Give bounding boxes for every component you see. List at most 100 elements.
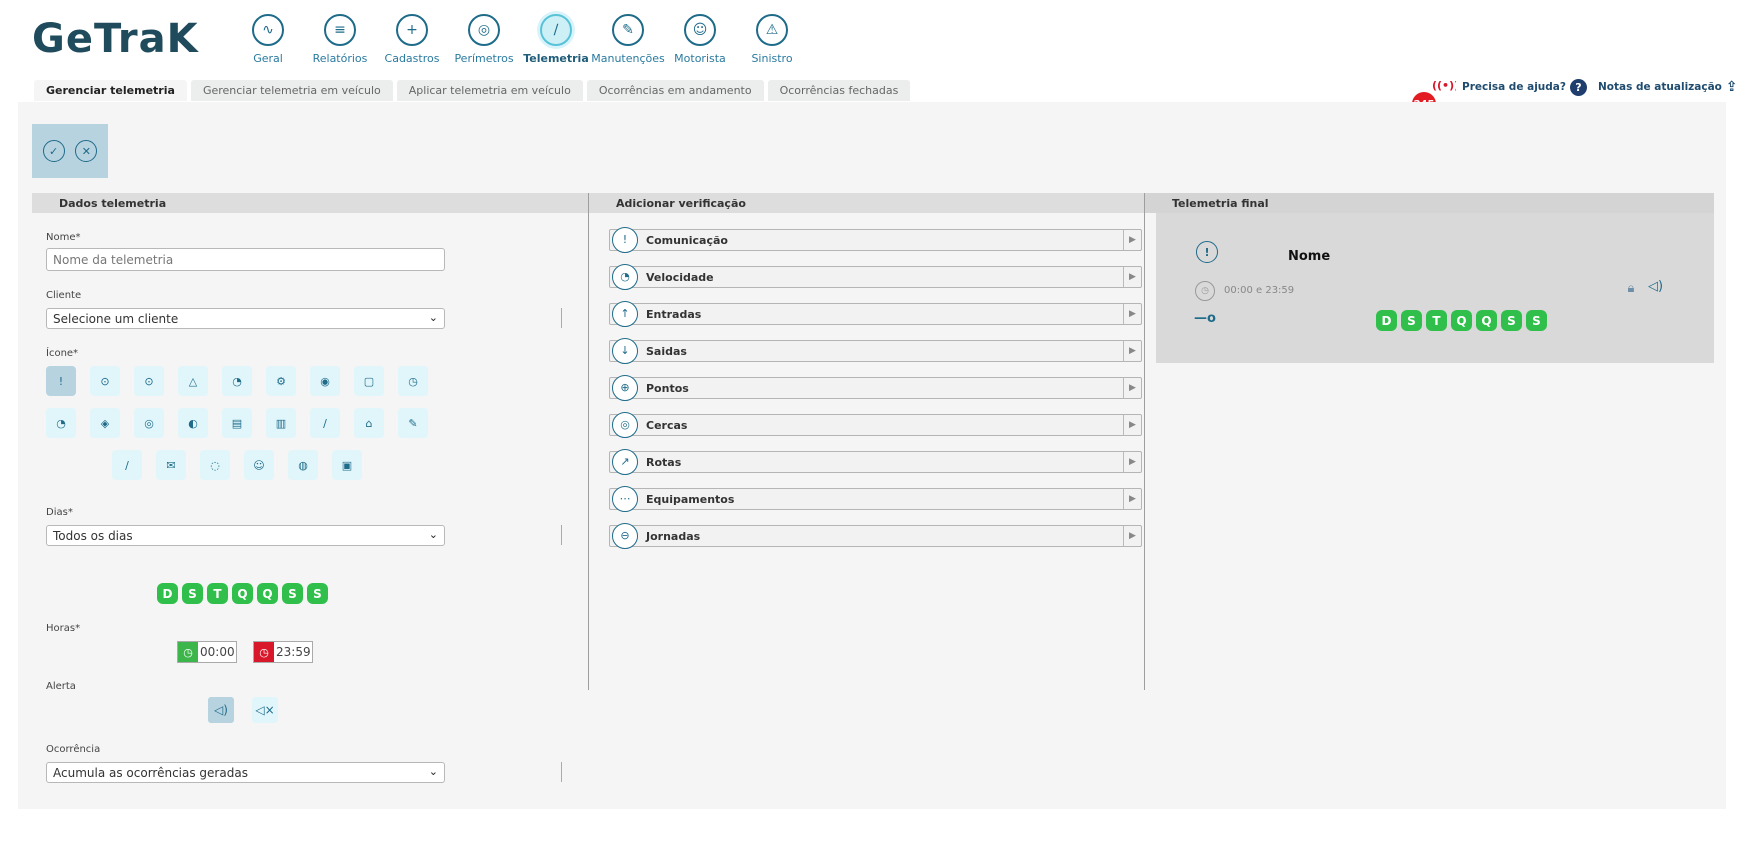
warning-icon[interactable]: △ — [178, 366, 208, 396]
preview-day-1: D — [1376, 310, 1397, 331]
nav-item-label: Cadastros — [384, 52, 440, 65]
person-icon[interactable]: ☺ — [244, 450, 274, 480]
chevron-down-icon: ⌄ — [428, 528, 438, 541]
nav-item-sinistro[interactable]: ⚠ Sinistro — [736, 14, 808, 65]
trash-icon[interactable]: ▥ — [266, 408, 296, 438]
form-day-4[interactable]: Q — [232, 583, 253, 604]
nav-item-cadastros[interactable]: + Cadastros — [376, 14, 448, 65]
tab-5[interactable]: Ocorrências fechadas — [767, 80, 911, 101]
verification-label: Saidas — [646, 344, 687, 358]
chevron-right-icon[interactable]: ▶ — [1123, 267, 1141, 287]
chevron-down-icon: ⌄ — [428, 765, 438, 778]
form-day-7[interactable]: S — [307, 583, 328, 604]
form-day-1[interactable]: D — [157, 583, 178, 604]
chevron-right-icon[interactable]: ▶ — [1123, 230, 1141, 250]
monitor-icon: ∿ — [252, 14, 284, 46]
name-input[interactable]: Nome da telemetria — [46, 248, 445, 271]
alert-label: Alerta — [46, 681, 76, 692]
pen-icon[interactable]: ∕ — [310, 408, 340, 438]
sticker-icon[interactable]: ◌ — [200, 450, 230, 480]
form-day-3[interactable]: T — [207, 583, 228, 604]
screen-icon[interactable]: ▣ — [332, 450, 362, 480]
speedometer-icon[interactable]: ◔ — [46, 408, 76, 438]
preview-day-3: T — [1426, 310, 1447, 331]
driver-icon[interactable]: ◐ — [178, 408, 208, 438]
battery-icon[interactable]: ▢ — [354, 366, 384, 396]
nav-item-label: Telemetria — [523, 52, 589, 65]
occurrence-select[interactable]: Acumula as ocorrências geradas ⌄ — [46, 762, 445, 783]
nav-item-relatorios[interactable]: ≡ Relatórios — [304, 14, 376, 65]
days-label: Dias* — [46, 507, 73, 518]
bag-icon[interactable]: ⊙ — [134, 366, 164, 396]
verification-velocidade[interactable]: ◔ Velocidade ▶ — [609, 263, 1142, 290]
action-bar: ✓ ✕ — [32, 124, 108, 178]
sound-off-button[interactable]: ◁× — [252, 697, 278, 723]
form-day-2[interactable]: S — [182, 583, 203, 604]
verification-cercas[interactable]: ◎ Cercas ▶ — [609, 411, 1142, 438]
tab-2[interactable]: Gerenciar telemetria em veículo — [190, 80, 393, 101]
signal-icon[interactable]: ◎ — [134, 408, 164, 438]
close-icon: ✕ — [81, 144, 91, 158]
cancel-button[interactable]: ✕ — [75, 140, 98, 162]
gear-icon[interactable]: ⚙ — [266, 366, 296, 396]
report-icon: ≡ — [324, 14, 356, 46]
verification-entradas[interactable]: ↑ Entradas ▶ — [609, 300, 1142, 327]
preview-name: Nome — [1288, 249, 1331, 264]
wrench-icon[interactable]: ✎ — [398, 408, 428, 438]
form-day-6[interactable]: S — [282, 583, 303, 604]
tab-4[interactable]: Ocorrências em andamento — [586, 80, 764, 101]
fuel-icon[interactable]: ◈ — [90, 408, 120, 438]
chevron-right-icon[interactable]: ▶ — [1123, 452, 1141, 472]
nav-item-perimetros[interactable]: ◎ Perímetros — [448, 14, 520, 65]
exclamation-icon[interactable]: ! — [46, 366, 76, 396]
chevron-right-icon[interactable]: ▶ — [1123, 378, 1141, 398]
confirm-button[interactable]: ✓ — [42, 140, 65, 162]
main-nav: ∿ Geral ≡ Relatórios + Cadastros ◎ Perímetros ∕ T… — [232, 14, 808, 65]
panel-title-final: Telemetria final — [1145, 193, 1714, 213]
nav-item-manutencoes[interactable]: ✎ Manutenções — [591, 14, 665, 65]
help-button[interactable]: Precisa de ajuda? ? — [1456, 76, 1593, 98]
tab-3[interactable]: Aplicar telemetria em veículo — [396, 80, 583, 101]
verification-rotas[interactable]: ↗ Rotas ▶ — [609, 448, 1142, 475]
bag-icon[interactable]: ⊙ — [90, 366, 120, 396]
client-select-value: Selecione um cliente — [53, 311, 179, 326]
chevron-right-icon[interactable]: ▶ — [1123, 489, 1141, 509]
field-divider — [561, 308, 562, 328]
nav-item-geral[interactable]: ∿ Geral — [232, 14, 304, 65]
home-icon[interactable]: ⌂ — [354, 408, 384, 438]
sound-on-button[interactable]: ◁) — [208, 697, 234, 723]
verification-pontos[interactable]: ⊕ Pontos ▶ — [609, 374, 1142, 401]
chevron-right-icon[interactable]: ▶ — [1123, 526, 1141, 546]
nav-item-motorista[interactable]: ☺ Motorista — [664, 14, 736, 65]
chevron-right-icon[interactable]: ▶ — [1123, 304, 1141, 324]
pencil-icon[interactable]: ∕ — [112, 450, 142, 480]
end-hour-field[interactable]: ◷ 23:59 — [253, 641, 313, 663]
panel-title-dados: Dados telemetria — [32, 193, 588, 213]
verification-comunicacao[interactable]: ! Comunicação ▶ — [609, 226, 1142, 253]
nav-item-telemetria[interactable]: ∕ Telemetria — [520, 14, 592, 65]
exclamation-icon: ! — [1196, 241, 1218, 263]
client-select[interactable]: Selecione um cliente ⌄ — [46, 308, 445, 329]
start-hour-field[interactable]: ◷ 00:00 — [177, 641, 237, 663]
monitor-icon[interactable]: ◍ — [288, 450, 318, 480]
form-day-5[interactable]: Q — [257, 583, 278, 604]
clock-icon[interactable]: ◷ — [398, 366, 428, 396]
target-icon: ◎ — [468, 14, 500, 46]
wrench-icon: ✎ — [612, 14, 644, 46]
weekday-selector: DSTQQSS — [157, 583, 328, 604]
mail-icon[interactable]: ✉ — [156, 450, 186, 480]
days-select[interactable]: Todos os dias ⌄ — [46, 525, 445, 546]
door-icon[interactable]: ▤ — [222, 408, 252, 438]
chevron-right-icon[interactable]: ▶ — [1123, 341, 1141, 361]
update-notes-button[interactable]: Notas de atualização ⇪ — [1592, 76, 1744, 98]
gauge-icon[interactable]: ◔ — [222, 366, 252, 396]
verification-saidas[interactable]: ↓ Saidas ▶ — [609, 337, 1142, 364]
verification-jornadas[interactable]: ⊖ Jornadas ▶ — [609, 522, 1142, 549]
eye-icon[interactable]: ◉ — [310, 366, 340, 396]
tab-bar: Gerenciar telemetria Gerenciar telemetria… — [34, 80, 914, 101]
verification-equipamentos[interactable]: ⋯ Equipamentos ▶ — [609, 485, 1142, 512]
chevron-right-icon[interactable]: ▶ — [1123, 415, 1141, 435]
getrak-logo[interactable]: GeTraK — [32, 16, 199, 62]
preview-hours: 00:00 e 23:59 — [1224, 285, 1295, 296]
tab-1[interactable]: Gerenciar telemetria — [34, 80, 187, 101]
